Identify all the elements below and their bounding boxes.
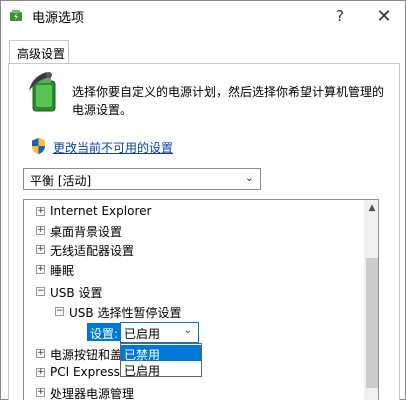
tree-item-label: Internet Explorer xyxy=(50,204,152,218)
expand-icon[interactable]: + xyxy=(36,349,45,358)
settings-tree: + Internet Explorer + 桌面背景设置 + 无线适配器设置 +… xyxy=(23,199,379,400)
window-title: 电源选项 xyxy=(32,11,85,26)
tab-advanced-settings[interactable]: 高级设置 xyxy=(9,40,69,64)
collapse-icon[interactable]: − xyxy=(55,307,64,316)
help-button[interactable]: ? xyxy=(319,1,361,31)
chevron-down-icon: ⌄ xyxy=(183,325,192,336)
dropdown-value: 已启用 xyxy=(124,327,161,341)
title-bar: 电源选项 ? ✕ xyxy=(1,1,405,31)
expand-icon[interactable]: + xyxy=(36,207,45,216)
dropdown-option-enabled[interactable]: 已启用 xyxy=(121,361,201,378)
power-plan-value: 平衡 [活动] xyxy=(30,174,92,188)
expand-icon[interactable]: + xyxy=(36,265,45,274)
expand-icon[interactable]: + xyxy=(36,226,45,235)
expand-icon[interactable]: + xyxy=(36,368,45,377)
tree-item-label: 无线适配器设置 xyxy=(50,244,135,258)
description-text: 选择你要自定义的电源计划，然后选择你希望计算机管理的电源设置。 xyxy=(72,85,385,117)
chevron-down-icon: ⌄ xyxy=(244,171,254,184)
scroll-thumb[interactable] xyxy=(366,258,378,388)
scroll-up-arrow-icon[interactable]: ▲ xyxy=(364,200,378,216)
tree-item-label: PCI Express xyxy=(50,365,120,379)
tree-item-label: USB 选择性暂停设置 xyxy=(69,306,182,320)
power-options-window: 电源选项 ? ✕ 高级设置 选择你要自定义的电源计划，然后选择你希望计算机管理的… xyxy=(0,0,406,400)
tab-strip: 高级设置 xyxy=(1,35,405,65)
dropdown-option-disabled[interactable]: 已禁用 xyxy=(121,345,201,362)
tree-scrollbar[interactable]: ▲ xyxy=(364,200,378,400)
tree-item-label: 睡眠 xyxy=(50,264,75,278)
dropdown-options-list: 已禁用 已启用 xyxy=(120,343,202,378)
close-button[interactable]: ✕ xyxy=(363,1,405,31)
power-plan-select[interactable]: 平衡 [活动] ⌄ xyxy=(23,168,261,190)
power-options-icon xyxy=(10,10,22,21)
collapse-icon[interactable]: − xyxy=(36,287,45,296)
tree-item-label: 桌面背景设置 xyxy=(50,225,123,239)
tree-item-label: 处理器电源管理 xyxy=(50,387,135,400)
battery-power-icon xyxy=(29,72,56,112)
setting-label: 设置: xyxy=(87,323,123,341)
change-unavailable-settings-link[interactable]: 更改当前不可用的设置 xyxy=(53,139,173,156)
usb-suspend-dropdown[interactable]: 已启用 ⌄ xyxy=(120,322,199,343)
tree-item-label: 电源按钮和盖 xyxy=(50,348,123,362)
expand-icon[interactable]: + xyxy=(36,388,45,397)
tree-item-label: USB 设置 xyxy=(50,286,103,300)
uac-shield-icon xyxy=(32,138,45,154)
expand-icon[interactable]: + xyxy=(36,245,45,254)
